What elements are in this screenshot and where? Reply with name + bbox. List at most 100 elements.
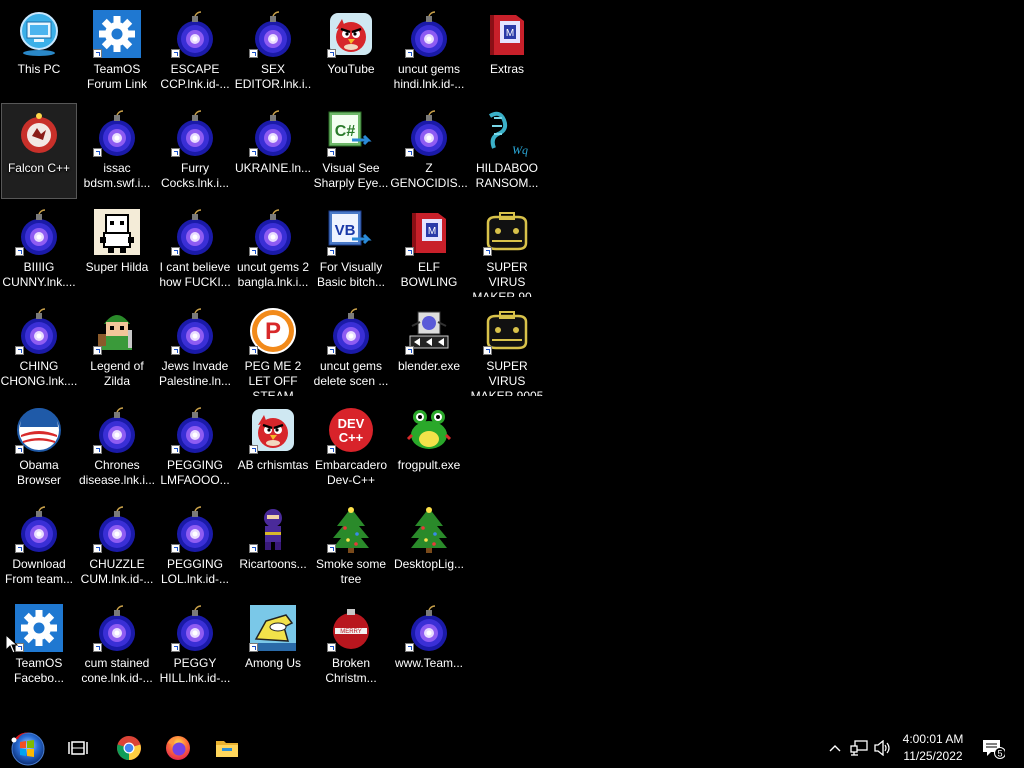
desktop-icon[interactable]: uncut gems hindi.lnk.id-... xyxy=(391,4,467,100)
desktop-icon[interactable]: cum stained cone.lnk.id-... xyxy=(79,598,155,694)
desktop-icon[interactable]: PEGGING LMFAOOO... xyxy=(157,400,233,496)
desktop-icon[interactable]: Wq HILDABOO RANSOM... xyxy=(469,103,545,199)
firefox-taskbar-button[interactable] xyxy=(161,728,195,768)
desktop-icon[interactable]: DEV C++ Embarcadero Dev-C++ xyxy=(313,400,389,496)
action-center-button[interactable]: 5 xyxy=(980,728,1006,768)
desktop-icon[interactable]: I cant believe how FUCKI... xyxy=(157,202,233,298)
shortcut-arrow-icon xyxy=(249,544,258,553)
desktop-icon[interactable]: MERRY Broken Christm... xyxy=(313,598,389,694)
chrome-taskbar-button[interactable] xyxy=(112,728,146,768)
desktop-icon[interactable]: Super Hilda xyxy=(79,202,155,298)
desktop-icon[interactable]: issac bdsm.swf.i... xyxy=(79,103,155,199)
desktop-icon[interactable]: This PC xyxy=(1,4,77,100)
desktop-icon-label: uncut gems 2 bangla.lnk.i... xyxy=(236,260,310,289)
shortcut-arrow-icon xyxy=(93,544,102,553)
obama-icon xyxy=(14,405,64,455)
desktop-icon-label: ESCAPE CCP.lnk.id-... xyxy=(160,62,230,91)
svg-text:C++: C++ xyxy=(339,430,364,445)
desktop-icon[interactable]: uncut gems 2 bangla.lnk.i... xyxy=(235,202,311,298)
bomb-icon xyxy=(326,306,376,356)
desktop-icon[interactable]: blender.exe xyxy=(391,301,467,397)
desktop-icon[interactable]: Smoke some tree xyxy=(313,499,389,595)
bomb-icon xyxy=(170,405,220,455)
bomb-icon xyxy=(92,603,142,653)
desktop-icon[interactable]: VB For Visually Basic bitch... xyxy=(313,202,389,298)
desktop-icon[interactable]: CHUZZLE CUM.lnk.id-... xyxy=(79,499,155,595)
angry-bird-icon xyxy=(248,405,298,455)
shortcut-arrow-icon xyxy=(93,49,102,58)
desktop-icon[interactable]: www.Team... xyxy=(391,598,467,694)
bag-icon xyxy=(482,306,532,356)
among-us-icon xyxy=(248,603,298,653)
zelda-icon xyxy=(92,306,142,356)
shortcut-arrow-icon xyxy=(327,148,336,157)
bomb-icon xyxy=(170,504,220,554)
desktop-icon-label: HILDABOO RANSOM... xyxy=(475,161,539,190)
desktop-icon[interactable]: CHING CHONG.lnk.... xyxy=(1,301,77,397)
file-explorer-taskbar-button[interactable] xyxy=(210,728,244,768)
windows-start-icon xyxy=(11,732,45,766)
desktop-icon-label: Z GENOCIDIS... xyxy=(390,161,468,190)
desktop-icon[interactable]: Legend of Zilda xyxy=(79,301,155,397)
desktop-icon[interactable]: SUPER VIRUS MAKER 90... xyxy=(469,202,545,298)
desktop-icon[interactable]: AB crhismtas xyxy=(235,400,311,496)
start-button[interactable] xyxy=(4,728,50,768)
desktop-icon-label: TeamOS Facebo... xyxy=(13,656,65,685)
desktop-icon-label: Extras xyxy=(489,62,524,76)
desktop-icon[interactable]: Among Us xyxy=(235,598,311,694)
desktop-icon[interactable]: Falcon C++ xyxy=(1,103,77,199)
firefox-icon xyxy=(166,736,190,760)
desktop-icon[interactable]: M ELF BOWLING xyxy=(391,202,467,298)
taskbar-clock[interactable]: 4:00:01 AM 11/25/2022 xyxy=(890,731,976,765)
desktop-icon[interactable]: Download From team... xyxy=(1,499,77,595)
desktop-icon[interactable]: M Extras xyxy=(469,4,545,100)
desktop-icon[interactable]: C# Visual See Sharply Eye... xyxy=(313,103,389,199)
desktop-icon-label: Super Hilda xyxy=(85,260,149,274)
desktop-icon-label: Broken Christm... xyxy=(325,656,377,685)
desktop-icon[interactable]: PEGGING LOL.lnk.id-... xyxy=(157,499,233,595)
taskbar: 4:00:01 AM 11/25/2022 5 xyxy=(0,728,1024,768)
task-view-button[interactable] xyxy=(62,728,94,768)
desktop-icon[interactable]: YouTube xyxy=(313,4,389,100)
desktop-icon[interactable]: Ricartoons... xyxy=(235,499,311,595)
bomb-icon xyxy=(14,207,64,257)
desktop-icon[interactable]: DesktopLig... xyxy=(391,499,467,595)
desktop-icon[interactable]: ESCAPE CCP.lnk.id-... xyxy=(157,4,233,100)
desktop-icon[interactable]: PEGGY HILL.lnk.id-... xyxy=(157,598,233,694)
desktop-icon[interactable]: SEX EDITOR.lnk.i... xyxy=(235,4,311,100)
desktop-icon[interactable]: TeamOS Forum Link xyxy=(79,4,155,100)
desktop[interactable]: This PC TeamOS Forum Link ESCAPE CCP.lnk… xyxy=(0,0,1024,728)
bomb-icon xyxy=(170,108,220,158)
vb-icon: VB xyxy=(326,207,376,257)
show-hidden-icons-button[interactable] xyxy=(826,728,844,768)
shortcut-arrow-icon xyxy=(327,445,336,454)
shortcut-arrow-icon xyxy=(483,247,492,256)
desktop-icon[interactable]: Z GENOCIDIS... xyxy=(390,103,468,199)
desktop-icon-label: SUPER VIRUS MAKER 9005 xyxy=(470,359,544,396)
shortcut-arrow-icon xyxy=(15,445,24,454)
network-tray-button[interactable] xyxy=(848,728,870,768)
desktop-icon[interactable]: SUPER VIRUS MAKER 9005 xyxy=(469,301,545,397)
gear-icon xyxy=(14,603,64,653)
shortcut-arrow-icon xyxy=(171,346,180,355)
desktop-icon-label: I cant believe how FUCKI... xyxy=(159,260,231,289)
desktop-icon[interactable]: BIIIIG CUNNY.lnk.... xyxy=(1,202,77,298)
desktop-icon[interactable]: P PEG ME 2 LET OFF STEAM xyxy=(235,301,311,397)
shortcut-arrow-icon xyxy=(327,544,336,553)
xmas-tree-icon xyxy=(326,504,376,554)
bag-icon xyxy=(482,207,532,257)
bomb-icon xyxy=(14,504,64,554)
desktop-icon[interactable]: Obama Browser xyxy=(1,400,77,496)
shortcut-arrow-icon xyxy=(249,49,258,58)
peggle-icon: P xyxy=(248,306,298,356)
desktop-icon[interactable]: Furry Cocks.lnk.i... xyxy=(157,103,233,199)
desktop-icon[interactable]: frogpult.exe xyxy=(391,400,467,496)
desktop-icon[interactable]: UKRAINE.ln... xyxy=(235,103,311,199)
clock-time: 4:00:01 AM xyxy=(902,732,964,746)
desktop-icon[interactable]: Chrones disease.lnk.i... xyxy=(79,400,155,496)
svg-text:P: P xyxy=(265,318,281,345)
desktop-icon[interactable]: Jews Invade Palestine.ln... xyxy=(157,301,233,397)
desktop-icon[interactable]: uncut gems delete scen ... xyxy=(313,301,389,397)
blender-icon xyxy=(404,306,454,356)
bomb-icon xyxy=(170,9,220,59)
